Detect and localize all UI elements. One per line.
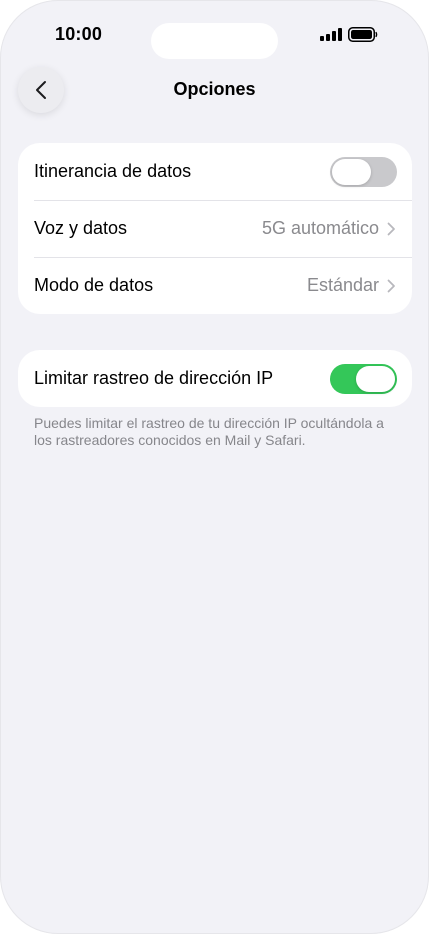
phone-screen: 10:00 Opciones Itinerancia de datos Voz … <box>0 0 429 934</box>
settings-group-data: Itinerancia de datos Voz y datos 5G auto… <box>18 143 412 314</box>
row-label: Limitar rastreo de dirección IP <box>34 368 274 388</box>
footnote: Puedes limitar el rastreo de tu direcció… <box>34 415 384 448</box>
row-voice-data[interactable]: Voz y datos 5G automático <box>18 200 412 257</box>
row-value: 5G automático <box>261 218 379 238</box>
row-value: Estándar <box>306 275 379 295</box>
row-data-mode[interactable]: Modo de datos Estándar <box>18 257 412 314</box>
row-label: Modo de datos <box>34 275 154 295</box>
row-data-roaming: Itinerancia de datos <box>18 143 412 200</box>
chevron-right-icon <box>387 222 395 235</box>
toggle-knob <box>332 158 371 185</box>
status-time: 10:00 <box>55 24 103 44</box>
limit-ip-tracking-toggle[interactable] <box>330 363 397 394</box>
row-label: Voz y datos <box>34 218 128 238</box>
dynamic-island <box>151 23 278 59</box>
row-label: Itinerancia de datos <box>34 161 192 181</box>
data-roaming-toggle[interactable] <box>330 156 397 187</box>
row-limit-ip-tracking: Limitar rastreo de dirección IP <box>18 350 412 407</box>
chevron-right-icon <box>387 279 395 292</box>
page-title: Opciones <box>173 79 256 99</box>
battery-icon <box>348 27 378 42</box>
settings-group-privacy: Limitar rastreo de dirección IP <box>18 350 412 407</box>
cellular-signal-icon <box>320 28 342 41</box>
toggle-knob <box>356 365 395 392</box>
